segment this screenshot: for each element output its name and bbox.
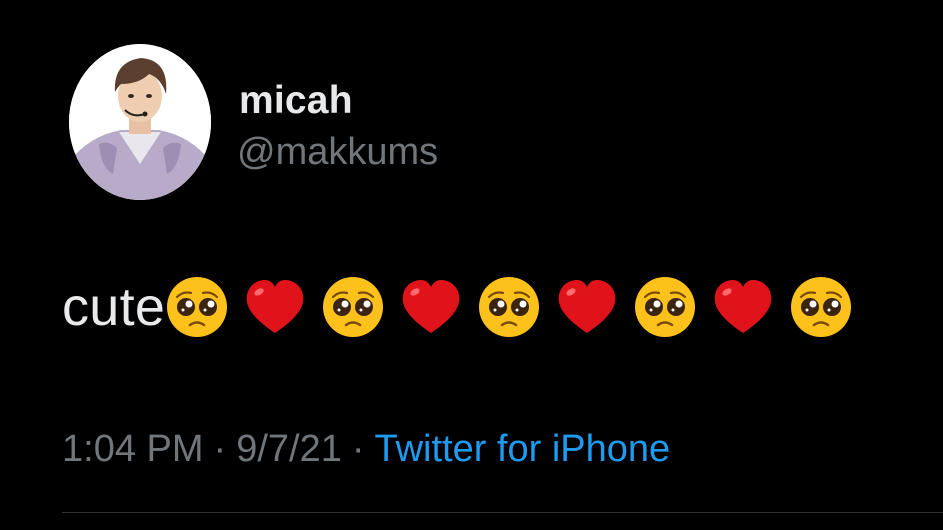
red-heart-icon: [402, 280, 460, 333]
red-heart-icon: [246, 280, 304, 333]
pleading-face-icon: [479, 277, 540, 337]
pleading-face-icon: [791, 277, 852, 337]
red-heart-icon: [558, 280, 616, 333]
meta-separator: ·: [213, 428, 227, 470]
tweet-body: cute: [62, 272, 853, 342]
tweet-date[interactable]: 9/7/21: [236, 428, 342, 470]
pleading-face-icon: [167, 277, 228, 337]
tweet-meta: 1:04 PM · 9/7/21 · Twitter for iPhone: [62, 424, 670, 474]
pleading-face-icon: [635, 277, 696, 337]
pleading-face-icon: [323, 277, 384, 337]
emoji-row: [165, 275, 853, 339]
profile-photo-icon: [69, 44, 211, 200]
author-avatar[interactable]: [69, 44, 211, 200]
meta-separator: ·: [351, 428, 365, 470]
tweet-card: micah @makkums cute 1:04 PM · 9/7/21 · T…: [0, 0, 943, 530]
divider: [62, 512, 943, 513]
tweet-time[interactable]: 1:04 PM: [62, 428, 204, 470]
author-display-name[interactable]: micah: [239, 78, 353, 124]
red-heart-icon: [714, 280, 772, 333]
tweet-text: cute: [62, 277, 166, 337]
author-handle[interactable]: @makkums: [237, 129, 438, 175]
tweet-source-link[interactable]: Twitter for iPhone: [375, 428, 671, 470]
